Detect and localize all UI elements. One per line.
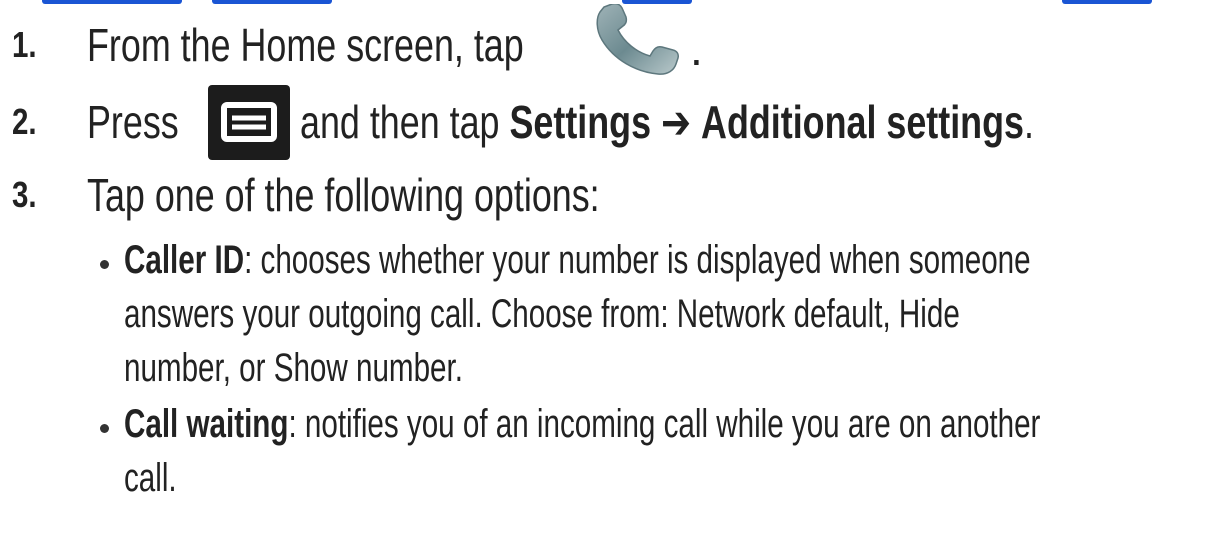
bullet-dot <box>100 424 109 433</box>
phone-icon <box>592 2 692 78</box>
bullet-line: answers your outgoing call. Choose from:… <box>124 292 960 337</box>
settings-label: Settings <box>509 96 652 148</box>
arrow-glyph: ➔ <box>661 96 692 148</box>
step-text: Press <box>87 95 179 149</box>
step-number: 3. <box>12 174 37 215</box>
step-2-mid: and then tap <box>300 96 500 148</box>
menu-icon <box>208 85 290 160</box>
step-number: 1. <box>12 24 37 65</box>
step-text: Tap one of the following options: <box>87 168 600 222</box>
step-2-end: . <box>1023 96 1034 148</box>
additional-settings-label: Additional settings <box>701 96 1024 148</box>
step-1-text: From the Home screen, tap <box>87 19 524 71</box>
caller-id-desc-2: answers your outgoing call. Choose from:… <box>124 292 960 336</box>
call-waiting-term: Call waiting <box>124 402 289 446</box>
step-3-text: Tap one of the following options: <box>87 169 600 221</box>
step-number: 2. <box>12 101 37 142</box>
caller-id-term: Caller ID <box>124 238 245 282</box>
caller-id-desc-1: : chooses whether your number is display… <box>244 238 1031 282</box>
call-waiting-desc-2: call. <box>124 456 177 500</box>
step-text: From the Home screen, tap <box>87 18 524 72</box>
step-text: and then tap Settings ➔ Additional setti… <box>300 95 1034 149</box>
bullet-line: Call waiting: notifies you of an incomin… <box>124 402 1040 447</box>
bullet-line: Caller ID: chooses whether your number i… <box>124 238 1031 283</box>
step-2-pre: Press <box>87 96 179 148</box>
bullet-line: number, or Show number. <box>124 346 463 391</box>
step-1-suffix: . <box>690 23 703 75</box>
bullet-dot <box>100 260 109 269</box>
call-waiting-desc-1: : notifies you of an incoming call while… <box>288 402 1041 446</box>
bullet-line: call. <box>124 456 177 501</box>
caller-id-desc-3: number, or Show number. <box>124 346 463 390</box>
